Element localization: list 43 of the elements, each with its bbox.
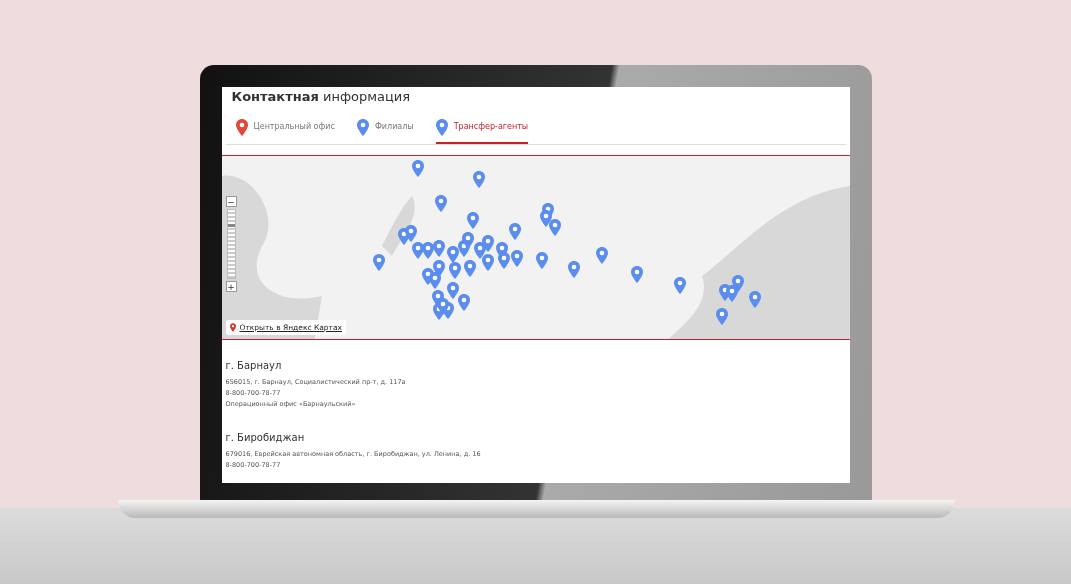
map-pin-icon: [466, 212, 479, 230]
map-pin-icon: [421, 242, 434, 260]
map-pin-icon: [508, 223, 521, 241]
map-pin-icon: [432, 240, 445, 258]
map-pin-icon: [630, 266, 643, 284]
page-title: Контактная информация: [230, 88, 412, 105]
map-pin-icon: [481, 254, 494, 272]
map-pin-icon: [446, 246, 459, 264]
map-pin-icon: [411, 160, 424, 178]
map-pin-icon: [432, 260, 445, 278]
map-pin-icon: [673, 277, 686, 295]
map-pin-icon: [473, 242, 486, 260]
map-pin-icon: [457, 294, 470, 312]
map-pin-icon: [472, 171, 485, 189]
map-pin-icon: [446, 282, 459, 300]
map-pin-icon: [510, 250, 523, 268]
tab[interactable]: Филиалы: [356, 118, 414, 144]
map-pin-icon: [715, 308, 728, 326]
map-pin-icon: [539, 210, 552, 228]
map-pin-icon: [411, 242, 424, 260]
map-pin-icon: [567, 261, 580, 279]
map-pin-icon: [404, 225, 417, 243]
map-pin-icon: [595, 247, 608, 265]
map-pin-icon: [535, 252, 548, 270]
map-pin-icon: [428, 272, 441, 290]
zoom-out-button[interactable]: −: [225, 196, 237, 208]
zoom-in-button[interactable]: +: [225, 281, 237, 293]
map-pin-icon: [436, 298, 449, 316]
map-pin-icon: [748, 291, 761, 309]
map-pin-icon: [548, 219, 561, 237]
office-city: г. Биробиджан: [225, 431, 306, 445]
zoom-slider-thumb[interactable]: [227, 223, 235, 227]
tab[interactable]: Центральный офис: [235, 118, 335, 144]
map-pin-icon: [448, 262, 461, 280]
pin-icon: [229, 322, 236, 332]
office-city: г. Барнаул: [225, 359, 283, 373]
map-pin-icon: [372, 254, 385, 272]
map-pin-icon: [725, 285, 738, 303]
map-pin-icon: [434, 195, 447, 213]
map-pin-icon: [463, 260, 476, 278]
map-pin-icon: [461, 232, 474, 250]
map-pin-icon: [497, 252, 510, 270]
tab[interactable]: Трансфер-агенты: [435, 118, 529, 144]
